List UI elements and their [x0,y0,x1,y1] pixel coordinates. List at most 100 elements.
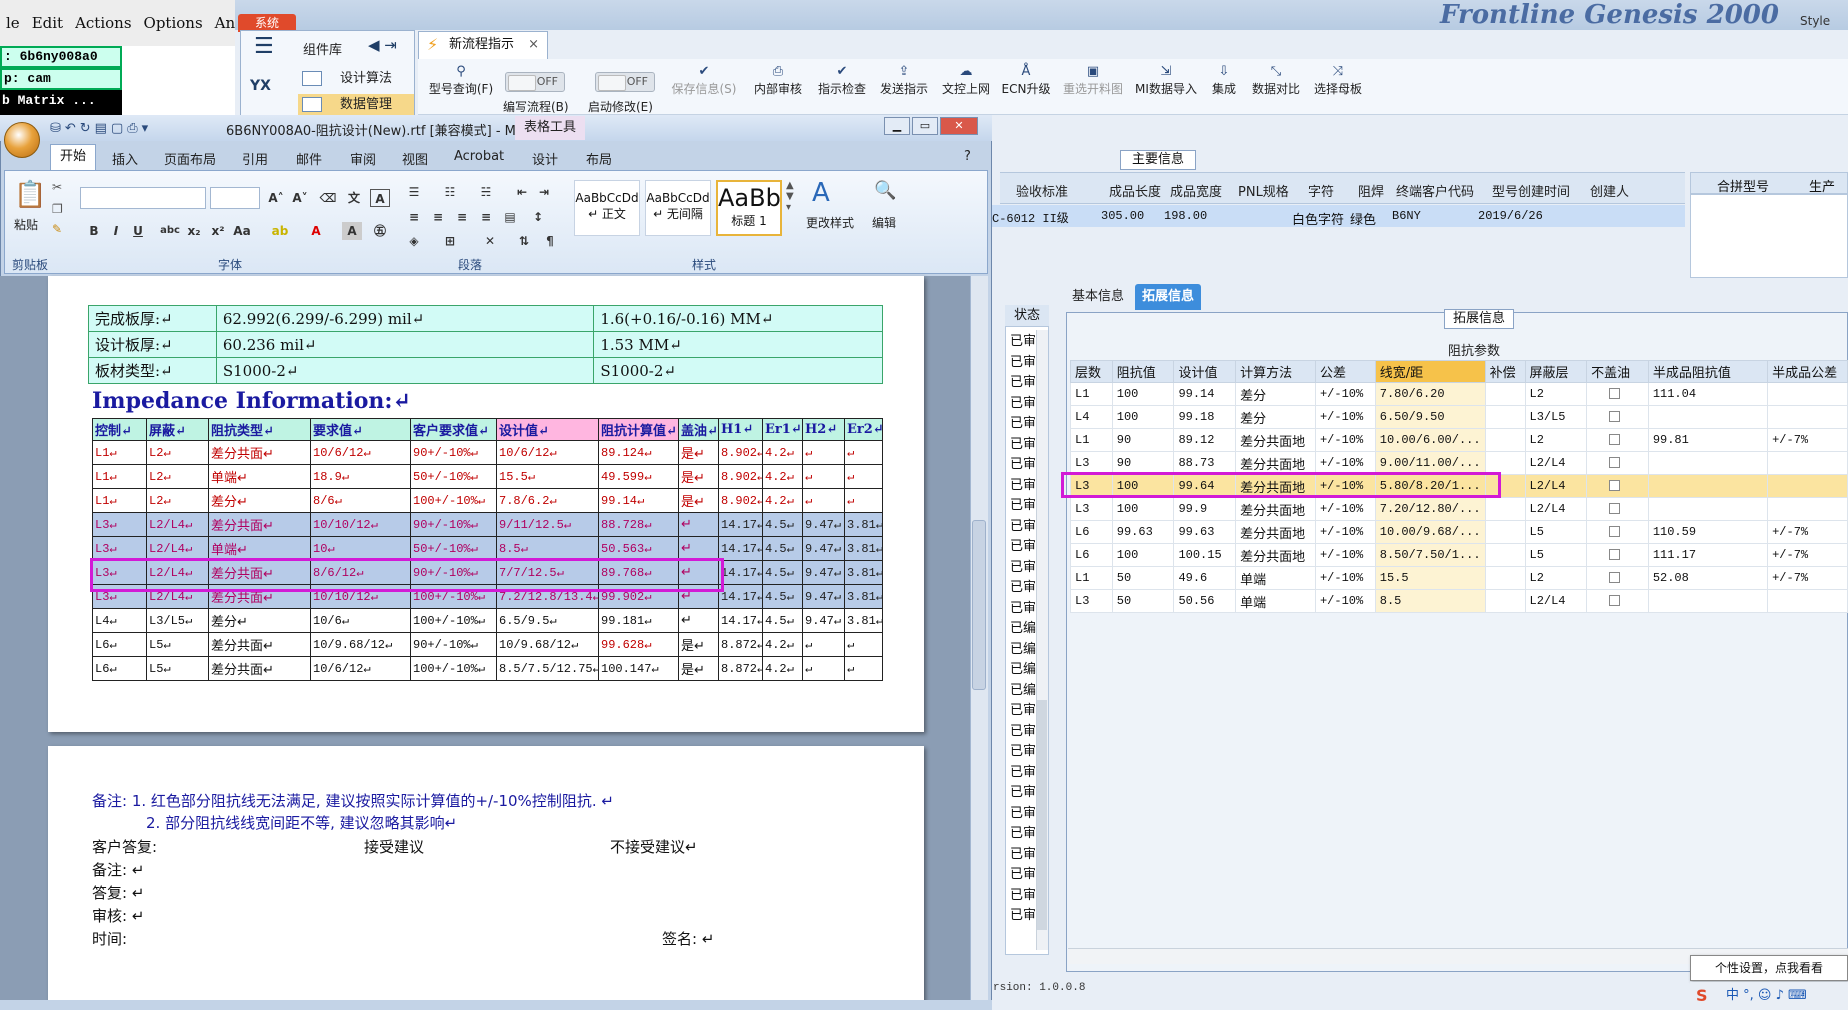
font-size-input[interactable] [210,187,260,209]
no-cover-oil-checkbox[interactable] [1609,503,1621,515]
tab-home[interactable]: 开始 [50,144,96,170]
col-mask[interactable]: 阻焊 [1358,181,1384,200]
tab-references[interactable]: 引用 [242,149,268,168]
superscript-icon[interactable]: x² [208,222,228,240]
format-painter-icon[interactable]: ✎ [52,222,62,236]
tab-new-flow[interactable]: ⚡ 新流程指示 × [418,31,548,59]
table-row[interactable]: L1 50 49.6 单端 +/-10% 15.5 L2 52.08 +/-7% [1070,566,1848,590]
table-row[interactable]: L3 50 50.56 单端 +/-10% 8.5 L2/L4 [1070,589,1848,613]
change-case-icon[interactable]: Aa [232,222,252,240]
shrink-font-icon[interactable]: A˅ [290,189,310,207]
no-cover-oil-checkbox[interactable] [1609,480,1621,492]
tab-acrobat[interactable]: Acrobat [454,149,504,164]
numbering-icon[interactable]: ☷ [440,183,460,201]
underline-icon[interactable]: U [128,222,148,240]
no-cover-oil-checkbox[interactable] [1609,388,1621,400]
status-scroll-thumb[interactable] [1037,700,1047,930]
col-production[interactable]: 生产 [1809,176,1835,195]
quick-access-toolbar[interactable]: ⛁↶↻▤▢⎙▾ [50,121,152,136]
table-tools-context[interactable]: 表格工具 [515,116,585,140]
justify-icon[interactable]: ≡ [476,208,496,226]
minimize-icon[interactable]: ▁ [884,117,910,135]
tab-insert[interactable]: 插入 [112,149,138,168]
multilevel-list-icon[interactable]: ☵ [476,183,496,201]
char-shading-icon[interactable]: A [342,222,362,240]
table-row[interactable]: L3 100 99.9 差分共面地 +/-10% 7.20/12.80/... L2/L4 [1070,497,1848,521]
styles-scroll-icon[interactable]: ▲ ▼ ▾ [786,180,794,213]
table-row[interactable]: L6 99.63 99.63 差分共面地 +/-10% 10.00/9.68/... L5 1… [1070,520,1848,544]
tab-mailings[interactable]: 邮件 [296,149,322,168]
imp-col-header[interactable]: 补偿 [1484,360,1526,383]
reselect-cutting-button[interactable]: ▣ 重选开料图 [1060,64,1126,97]
find-icon[interactable]: 🔍 [874,180,896,201]
imp-col-header[interactable]: 半成品公差 [1767,360,1848,383]
term-line-matrix[interactable]: b Matrix ... [0,92,122,114]
change-styles-button[interactable]: 更改样式 [806,214,854,231]
save-info-button[interactable]: ✔ 保存信息(S) [668,64,740,97]
model-query-button[interactable]: ⚲ 型号查询(F) [426,64,496,97]
char-border-icon[interactable]: A [370,189,390,207]
no-cover-oil-checkbox[interactable] [1609,595,1621,607]
style-normal[interactable]: AaBbCcDd ↵ 正文 [574,180,640,236]
style-heading-1[interactable]: AaBb 标题 1 [716,180,782,236]
merge-model-grid[interactable] [1690,194,1848,278]
enclose-char-icon[interactable]: ㊄ [370,222,390,240]
document-page-2[interactable] [48,746,924,1010]
no-cover-oil-checkbox[interactable] [1609,526,1621,538]
cut-icon[interactable]: ✂ [52,180,62,194]
imp-col-header[interactable]: 线宽/距 [1374,360,1486,383]
no-cover-oil-checkbox[interactable] [1609,457,1621,469]
table-cell[interactable] [1586,497,1649,521]
col-merge-model[interactable]: 合拼型号 [1717,176,1769,195]
maximize-icon[interactable]: ▭ [912,117,938,135]
no-cover-oil-checkbox[interactable] [1609,411,1621,423]
col-customer-code[interactable]: 终端客户代码 [1396,181,1474,200]
font-name-input[interactable] [80,187,206,209]
table-cell[interactable] [1586,405,1649,429]
align-left-icon[interactable]: ≡ [404,208,424,226]
chinese-layout-icon[interactable]: ✕ [480,232,500,250]
align-right-icon[interactable]: ≡ [452,208,472,226]
col-acceptance[interactable]: 验收标准 [1016,181,1068,200]
strikethrough-icon[interactable]: abc [160,222,180,240]
no-cover-oil-checkbox[interactable] [1609,572,1621,584]
no-cover-oil-checkbox[interactable] [1609,549,1621,561]
close-window-icon[interactable]: ✕ [940,117,978,135]
hamburger-menu-icon[interactable]: ☰ [254,36,280,60]
sort-icon[interactable]: ⇅ [514,232,534,250]
imp-col-header[interactable]: 不盖油 [1586,360,1649,383]
subscript-icon[interactable]: x₂ [184,222,204,240]
tab-extended-info[interactable]: 拓展信息 [1135,284,1201,310]
tab-page-layout[interactable]: 页面布局 [164,149,216,168]
mi-import-button[interactable]: ⇲ MI数据导入 [1134,64,1198,97]
imp-col-header[interactable]: 屏蔽层 [1524,360,1588,383]
table-cell[interactable] [1586,428,1649,452]
bullets-icon[interactable]: ☰ [404,183,424,201]
legacy-menu-options[interactable]: Options [138,14,209,32]
table-cell[interactable] [1586,451,1649,475]
table-cell[interactable] [1586,474,1649,498]
ecn-upgrade-button[interactable]: Å ECN升级 [1000,64,1052,97]
office-button-icon[interactable] [4,122,40,158]
nav-item-design-algorithm[interactable]: 设计算法 [298,68,414,90]
bold-icon[interactable]: B [84,222,104,240]
change-styles-icon[interactable]: A [812,178,830,208]
align-center-icon[interactable]: ≡ [428,208,448,226]
start-modify-toggle[interactable]: OFF [595,72,655,92]
table-cell[interactable] [1586,520,1649,544]
tab-design[interactable]: 设计 [532,149,558,168]
col-length[interactable]: 成品长度 [1109,181,1161,200]
internal-audit-button[interactable]: ⎙ 内部审核 [750,64,806,97]
imp-col-header[interactable]: 阻抗值 [1111,360,1175,383]
instruction-check-button[interactable]: ✔ 指示检查 [814,64,870,97]
clear-format-icon[interactable]: ⌫ [318,189,338,207]
phonetic-icon[interactable]: 文 [344,189,364,207]
paste-button[interactable]: 粘贴 [14,216,38,233]
font-color-icon[interactable]: A [306,222,326,240]
close-icon[interactable]: × [528,32,539,58]
select-motherboard-button[interactable]: ⤨ 选择母板 [1310,64,1366,97]
legacy-menu-file[interactable]: le [0,14,26,32]
help-icon[interactable]: ? [964,149,971,164]
imp-col-header[interactable]: 公差 [1314,360,1376,383]
table-row[interactable]: L1 90 89.12 差分共面地 +/-10% 10.00/6.00/... L2 99.8… [1070,428,1848,452]
